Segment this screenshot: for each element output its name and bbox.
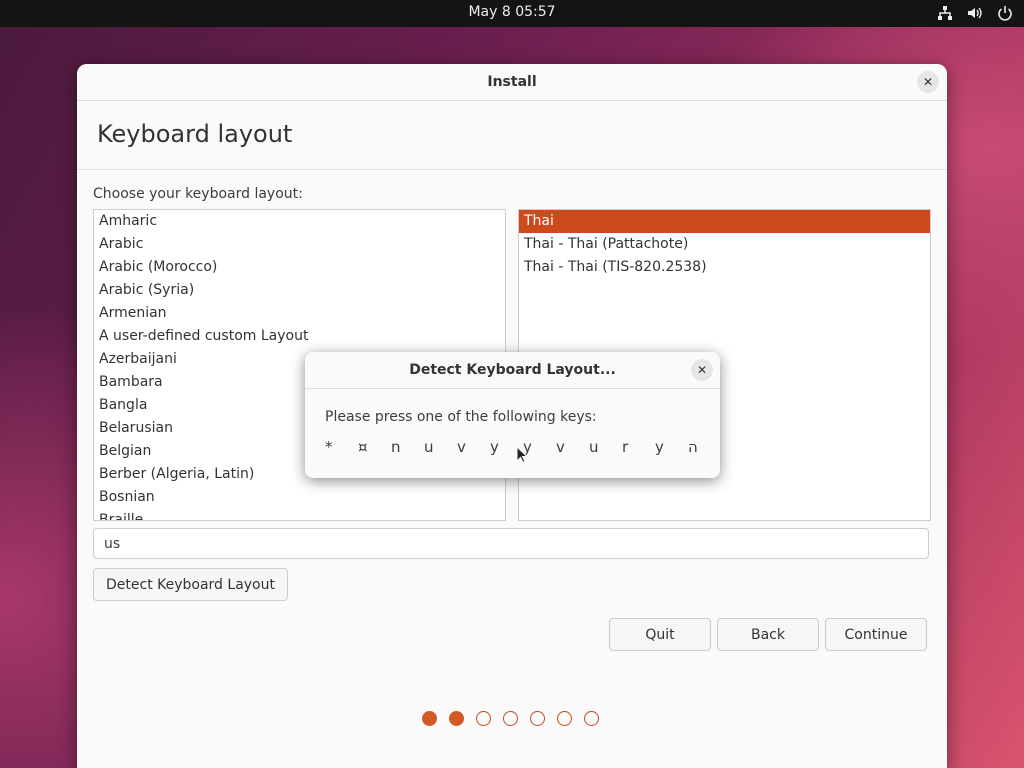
clock[interactable]: May 8 05:57 [0, 4, 1024, 20]
close-icon: ✕ [696, 363, 708, 377]
progress-dot [584, 711, 599, 726]
dialog-title: Detect Keyboard Layout... [409, 362, 616, 378]
layout-list-item[interactable]: Arabic (Syria) [94, 279, 505, 302]
system-tray[interactable] [936, 4, 1014, 22]
quit-button[interactable]: Quit [609, 618, 711, 651]
progress-dots [422, 711, 599, 726]
layout-list-item[interactable]: Braille [94, 509, 505, 520]
layout-list-item[interactable]: Bosnian [94, 486, 505, 509]
progress-dot [557, 711, 572, 726]
layout-list-item[interactable]: Armenian [94, 302, 505, 325]
close-icon: ✕ [922, 75, 934, 89]
page-title: Keyboard layout [97, 120, 293, 148]
key-char: ¤ [358, 438, 368, 456]
network-icon[interactable] [936, 4, 954, 22]
progress-dot-done [422, 711, 437, 726]
key-char: r [622, 438, 629, 456]
dialog-prompt: Please press one of the following keys: [325, 409, 597, 425]
variant-list-item[interactable]: Thai - Thai (Pattachote) [519, 233, 930, 256]
power-icon[interactable] [996, 4, 1014, 22]
layout-list-item[interactable]: A user-defined custom Layout [94, 325, 505, 348]
variant-list-item[interactable]: Thai - Thai (TIS-820.2538) [519, 256, 930, 279]
layout-list-item[interactable]: Arabic [94, 233, 505, 256]
progress-dot [530, 711, 545, 726]
volume-icon[interactable] [966, 4, 984, 22]
back-button[interactable]: Back [717, 618, 819, 651]
mouse-pointer-icon [516, 445, 529, 468]
key-char: y [655, 438, 664, 456]
progress-dot-done [449, 711, 464, 726]
layout-prompt: Choose your keyboard layout: [93, 186, 303, 202]
detect-layout-dialog: Detect Keyboard Layout... ✕ Please press… [305, 352, 720, 478]
progress-dot [476, 711, 491, 726]
dialog-close-button[interactable]: ✕ [691, 359, 713, 381]
key-char: v [457, 438, 466, 456]
window-titlebar[interactable]: Install ✕ [77, 64, 947, 101]
dialog-titlebar[interactable]: Detect Keyboard Layout... ✕ [305, 352, 720, 389]
key-char: n [391, 438, 401, 456]
key-char: u [589, 438, 599, 456]
detect-keyboard-layout-button[interactable]: Detect Keyboard Layout [93, 568, 288, 601]
key-char: u [424, 438, 434, 456]
key-char: ה [688, 438, 698, 456]
window-title: Install [487, 74, 537, 90]
progress-dot [503, 711, 518, 726]
layout-list-item[interactable]: Amharic [94, 210, 505, 233]
window-close-button[interactable]: ✕ [917, 71, 939, 93]
key-char: v [556, 438, 565, 456]
continue-button[interactable]: Continue [825, 618, 927, 651]
header-divider [77, 169, 947, 170]
variant-list-item-selected[interactable]: Thai [519, 210, 930, 233]
top-bar: May 8 05:57 [0, 0, 1024, 27]
layout-list-item[interactable]: Arabic (Morocco) [94, 256, 505, 279]
keyboard-test-field[interactable]: us [93, 528, 929, 559]
key-char: * [325, 438, 333, 456]
